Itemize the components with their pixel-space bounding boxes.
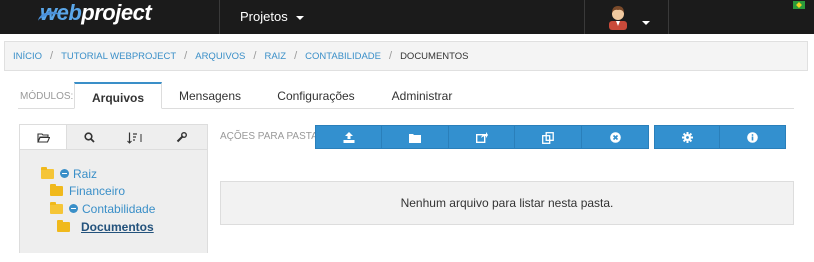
panel-tab-sort[interactable]	[112, 125, 158, 149]
tree-item-label: Financeiro	[69, 184, 126, 198]
breadcrumb-item-arquivos[interactable]: ARQUIVOS	[195, 51, 245, 62]
tab-arquivos[interactable]: Arquivos	[74, 82, 162, 109]
breadcrumb-separator: /	[389, 50, 393, 62]
breadcrumb-item-inicio[interactable]: INÍCIO	[13, 51, 42, 62]
modules-tab-bar: MÓDULOS: Arquivos Mensagens Configuraçõe…	[18, 82, 794, 109]
breadcrumb-item-contabilidade[interactable]: CONTABILIDADE	[305, 51, 381, 62]
panel-tab-search[interactable]	[66, 125, 112, 149]
navbar-divider	[219, 0, 220, 34]
info-icon	[747, 132, 758, 143]
tree-item-documentos[interactable]: Documentos	[57, 220, 154, 234]
panel-tab-bar	[20, 125, 207, 150]
tab-administrar[interactable]: Administrar	[374, 82, 470, 108]
breadcrumb-separator: /	[294, 50, 298, 62]
share-icon	[475, 132, 488, 143]
copy-button[interactable]	[514, 125, 582, 149]
breadcrumb-separator: /	[184, 50, 188, 62]
brazil-flag-icon[interactable]	[793, 1, 805, 9]
webproject-logo[interactable]: webproject	[36, 0, 152, 30]
folder-tree: Raiz Financeiro Contabilidade Documentos	[20, 149, 207, 253]
sort-icon	[127, 132, 143, 144]
projects-menu[interactable]: Projetos	[240, 9, 304, 24]
gear-icon	[681, 132, 693, 143]
tree-item-financeiro[interactable]: Financeiro	[50, 184, 125, 198]
folder-open-icon	[36, 132, 50, 143]
folder-open-icon	[41, 167, 54, 179]
modules-label: MÓDULOS:	[20, 91, 74, 102]
folder-actions-label: AÇÕES PARA PASTA:	[220, 131, 321, 142]
folder-icon	[57, 220, 70, 232]
info-button[interactable]	[719, 125, 786, 149]
upload-icon	[343, 132, 355, 143]
breadcrumb-item-documentos: DOCUMENTOS	[400, 51, 469, 62]
tree-item-contabilidade[interactable]: Contabilidade	[50, 202, 155, 216]
folder-icon	[50, 184, 63, 196]
settings-button[interactable]	[654, 125, 720, 149]
new-folder-button[interactable]	[381, 125, 449, 149]
folder-open-icon	[50, 202, 63, 214]
copy-icon	[542, 131, 554, 144]
navbar-divider	[668, 0, 669, 34]
panel-tab-folders[interactable]	[20, 125, 67, 150]
folder-icon	[409, 133, 421, 143]
delete-button[interactable]	[581, 125, 649, 149]
logo-text-project: project	[81, 0, 152, 25]
empty-folder-message: Nenhum arquivo para listar nesta pasta.	[220, 181, 794, 225]
tab-configuracoes[interactable]: Configurações	[260, 82, 372, 108]
wrench-icon	[176, 132, 187, 143]
folder-panel: Raiz Financeiro Contabilidade Documentos	[19, 124, 208, 253]
user-menu-chevron-down-icon[interactable]	[642, 15, 650, 29]
breadcrumb-separator: /	[50, 50, 54, 62]
minus-circle-icon[interactable]	[69, 204, 78, 213]
breadcrumb-item-raiz[interactable]: RAIZ	[264, 51, 286, 62]
breadcrumb: INÍCIO / TUTORIAL WEBPROJECT / ARQUIVOS / RAIZ…	[4, 41, 808, 71]
tab-mensagens[interactable]: Mensagens	[170, 82, 250, 108]
search-icon	[83, 132, 95, 143]
breadcrumb-item-tutorial[interactable]: TUTORIAL WEBPROJECT	[61, 51, 176, 62]
navbar-divider	[584, 0, 585, 34]
tree-item-label: Raiz	[73, 167, 98, 181]
upload-button[interactable]	[315, 125, 382, 149]
tree-item-label: Documentos	[81, 220, 154, 234]
panel-tab-tools[interactable]	[158, 125, 204, 149]
breadcrumb-separator: /	[253, 50, 257, 62]
chevron-down-icon	[295, 15, 304, 20]
tree-item-raiz[interactable]: Raiz	[41, 167, 97, 181]
user-avatar-icon[interactable]	[604, 2, 632, 30]
close-circle-icon	[609, 132, 621, 143]
minus-circle-icon[interactable]	[60, 169, 69, 178]
top-navbar: webproject Projetos	[0, 0, 814, 34]
share-button[interactable]	[448, 125, 515, 149]
tree-item-label: Contabilidade	[82, 202, 156, 216]
projects-menu-label: Projetos	[240, 9, 288, 24]
